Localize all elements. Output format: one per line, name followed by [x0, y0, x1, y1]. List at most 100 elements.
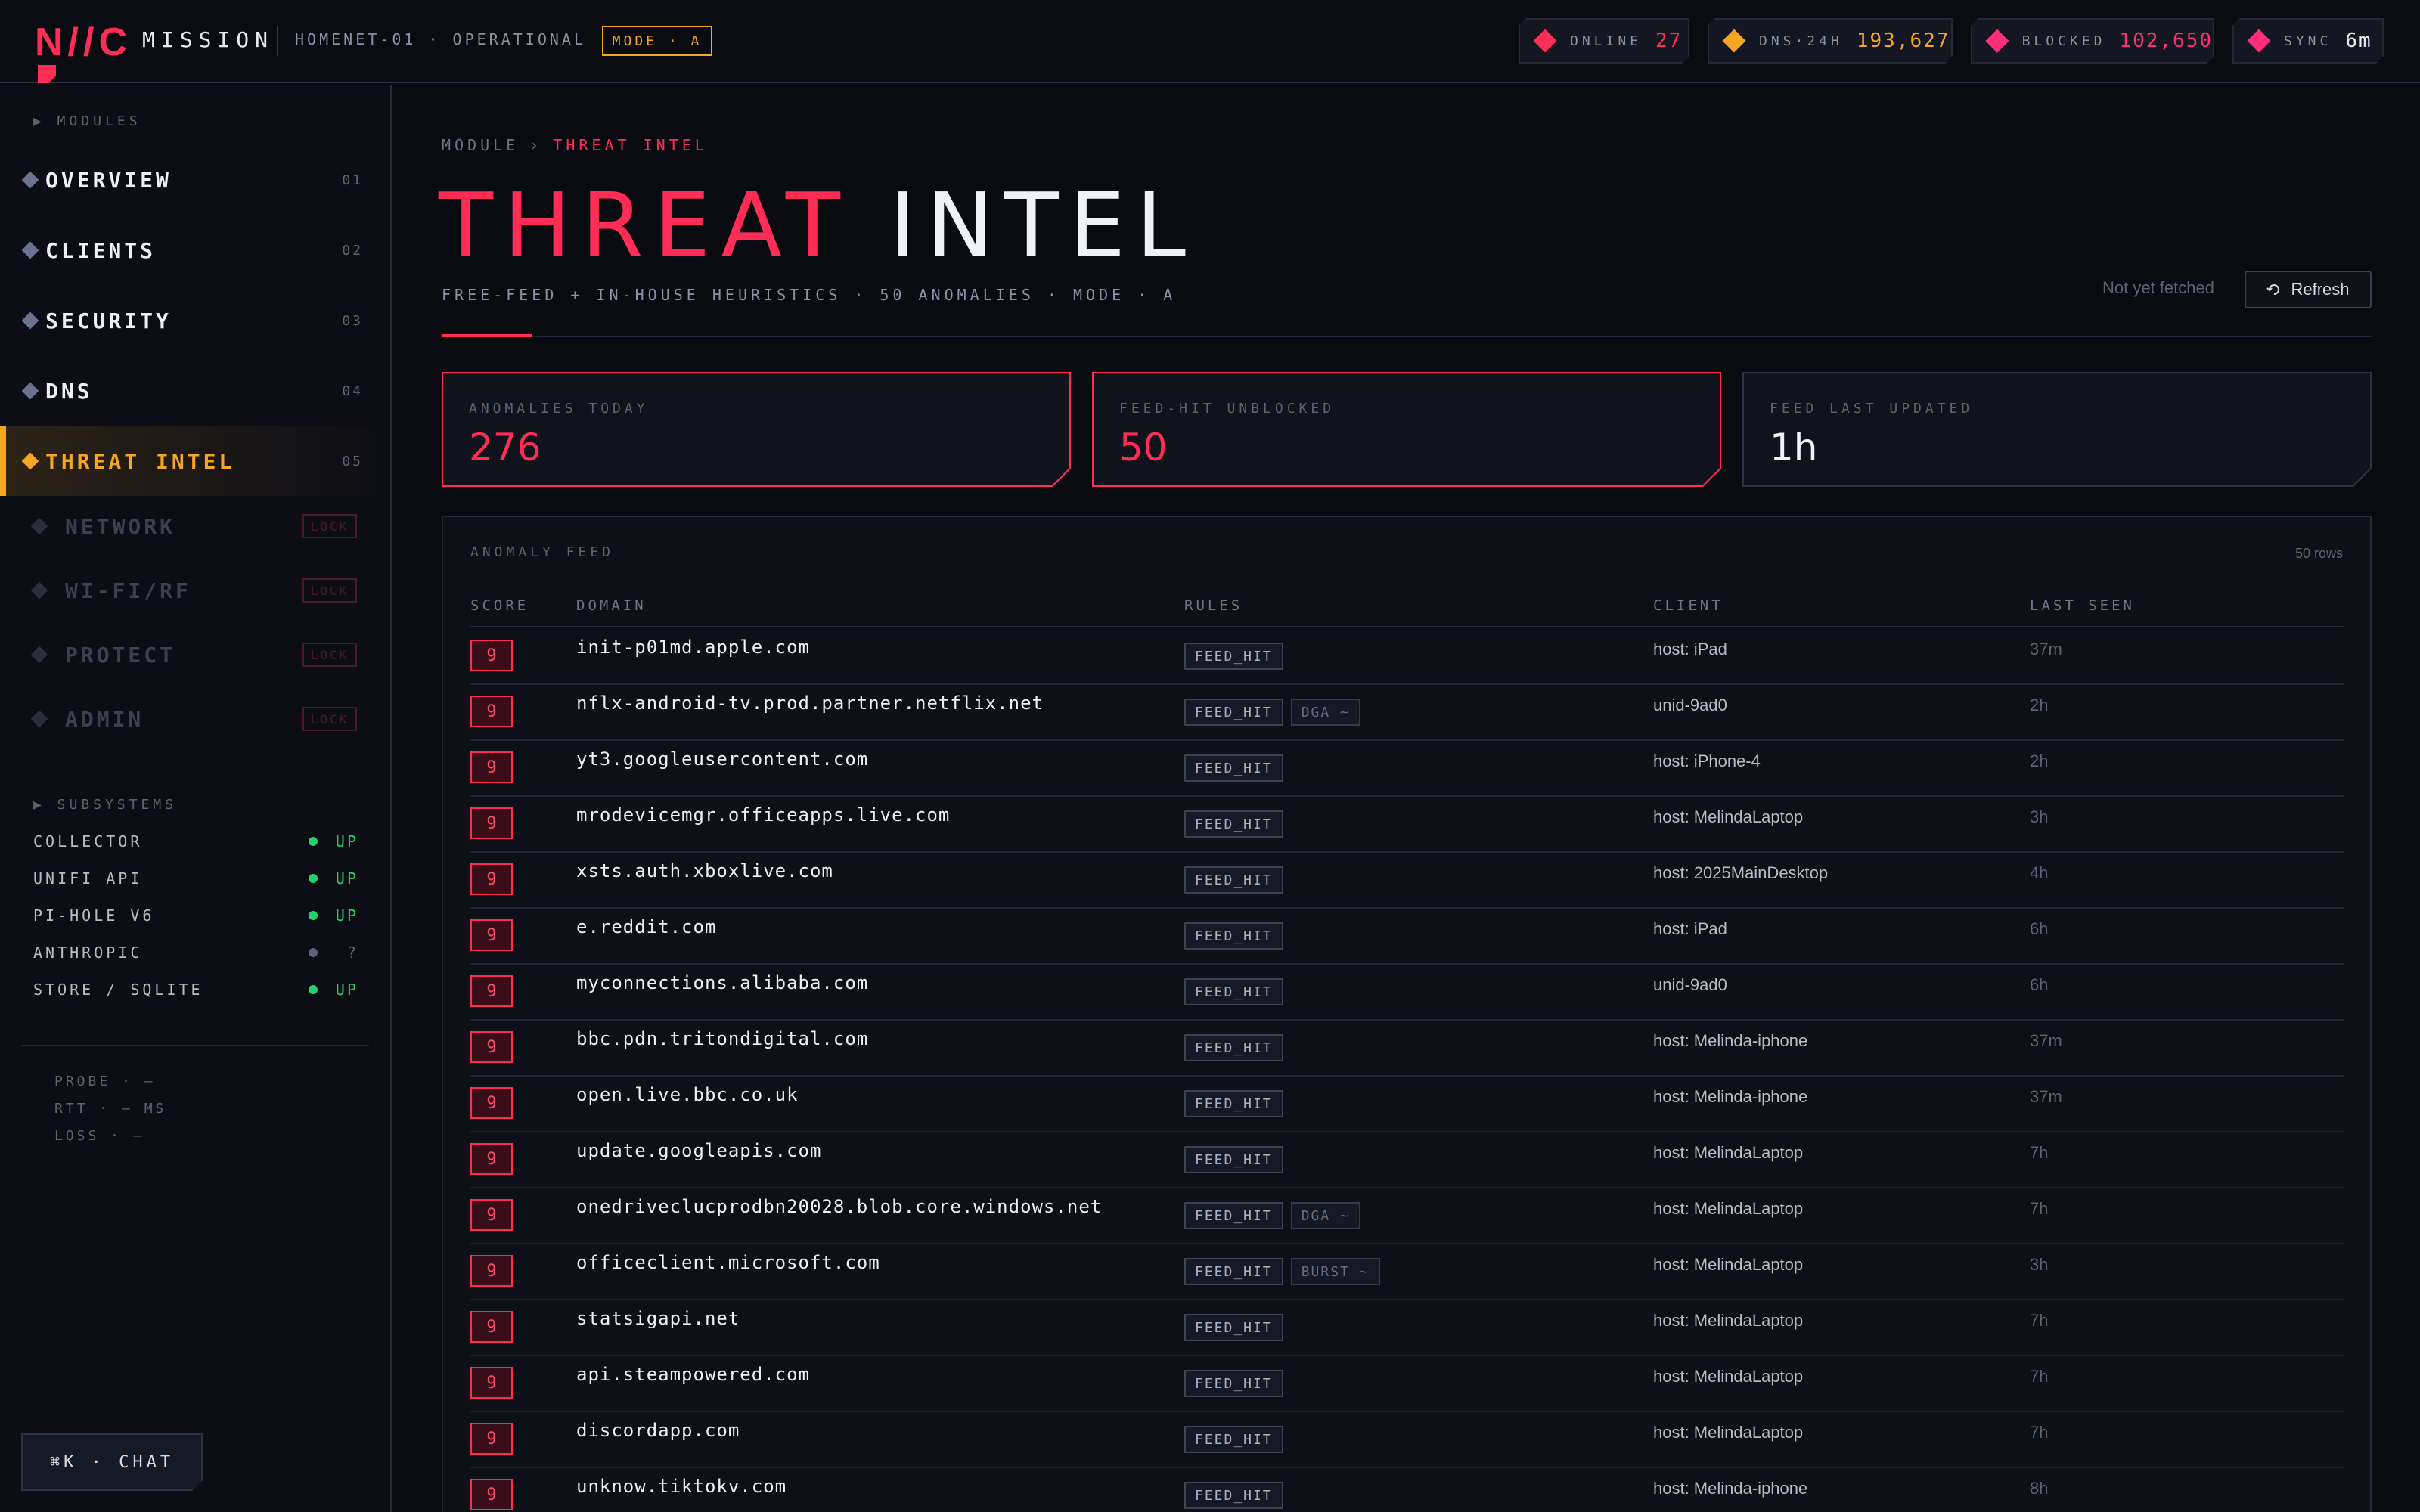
client-cell[interactable]: host: iPad: [1653, 919, 1727, 939]
client-cell[interactable]: host: MelindaLaptop: [1653, 1143, 1803, 1163]
diamond-icon: [30, 581, 48, 600]
kpi-value: 50: [1119, 426, 1168, 469]
client-cell[interactable]: host: MelindaLaptop: [1653, 1255, 1803, 1275]
domain-cell[interactable]: e.reddit.com: [576, 916, 716, 937]
domain-cell[interactable]: bbc.pdn.tritondigital.com: [576, 1028, 868, 1049]
table-row[interactable]: 9 yt3.googleusercontent.com FEED_HIT host: …: [470, 741, 2344, 797]
table-row[interactable]: 9 myconnections.alibaba.com FEED_HIT unid-9…: [470, 965, 2344, 1021]
client-cell[interactable]: host: Melinda-iphone: [1653, 1031, 1807, 1051]
refresh-icon: [2266, 284, 2280, 295]
domain-cell[interactable]: yt3.googleusercontent.com: [576, 748, 868, 770]
sidebar-item-label: SECURITY: [45, 308, 172, 333]
page-title-accent: THREAT: [439, 173, 851, 277]
last-seen-cell: 6h: [2030, 975, 2049, 994]
table-row[interactable]: 9 onedriveclucprodbn20028.blob.core.windo…: [470, 1188, 2344, 1244]
client-cell[interactable]: unid-9ad0: [1653, 696, 1727, 715]
domain-cell[interactable]: officeclient.microsoft.com: [576, 1252, 880, 1273]
score-badge: 9: [470, 696, 513, 727]
table-row[interactable]: 9 api.steampowered.com FEED_HIT host: Melin…: [470, 1356, 2344, 1412]
chat-button[interactable]: ⌘K · CHAT: [21, 1433, 203, 1491]
rule-tag: FEED_HIT: [1184, 699, 1283, 726]
table-row[interactable]: 9 update.googleapis.com FEED_HIT host: Meli…: [470, 1132, 2344, 1188]
sidebar-item-clients[interactable]: CLIENTS 02: [0, 215, 390, 285]
column-header-domain[interactable]: DOMAIN: [576, 597, 647, 614]
rule-tag: FEED_HIT: [1184, 1034, 1283, 1061]
stat-blocked[interactable]: BLOCKED 102,650: [1971, 18, 2214, 64]
domain-cell[interactable]: statsigapi.net: [576, 1308, 740, 1329]
table-row[interactable]: 9 open.live.bbc.co.uk FEED_HIT host: Melind…: [470, 1077, 2344, 1132]
sidebar-item-label: ADMIN: [65, 706, 144, 732]
stat-dns-24h[interactable]: DNS·24H 193,627: [1708, 18, 1953, 64]
domain-cell[interactable]: mrodevicemgr.officeapps.live.com: [576, 804, 950, 826]
score-badge: 9: [470, 640, 513, 671]
score-badge: 9: [470, 1479, 513, 1510]
domain-cell[interactable]: open.live.bbc.co.uk: [576, 1084, 799, 1105]
mode-badge[interactable]: MODE · A: [602, 26, 712, 56]
rule-tag: FEED_HIT: [1184, 1370, 1283, 1397]
client-cell[interactable]: host: iPhone-4: [1653, 751, 1761, 771]
client-cell[interactable]: host: Melinda-iphone: [1653, 1479, 1807, 1498]
table-row[interactable]: 9 statsigapi.net FEED_HIT host: MelindaLapt…: [470, 1300, 2344, 1356]
rule-tag: FEED_HIT: [1184, 866, 1283, 894]
column-header-last-seen[interactable]: LAST SEEN: [2030, 597, 2135, 614]
column-header-score[interactable]: SCORE: [470, 597, 529, 614]
table-row[interactable]: 9 xsts.auth.xboxlive.com FEED_HIT host: 202…: [470, 853, 2344, 909]
client-cell[interactable]: host: MelindaLaptop: [1653, 1367, 1803, 1387]
client-cell[interactable]: host: MelindaLaptop: [1653, 807, 1803, 827]
stat-label: BLOCKED: [2021, 33, 2106, 49]
lock-badge: LOCK: [302, 514, 357, 538]
table-row[interactable]: 9 e.reddit.com FEED_HIT host: iPad 6h: [470, 909, 2344, 965]
sidebar-item-threat-intel[interactable]: THREAT INTEL 05: [0, 426, 390, 496]
last-seen-cell: 2h: [2030, 751, 2049, 770]
breadcrumb-root[interactable]: MODULE: [442, 136, 519, 154]
domain-cell[interactable]: update.googleapis.com: [576, 1140, 821, 1161]
table-row[interactable]: 9 init-p01md.apple.com FEED_HIT host: iPad 3…: [470, 629, 2344, 685]
sidebar-item-security[interactable]: SECURITY 03: [0, 286, 390, 355]
main-content: MODULE › THREAT INTEL THREAT INTEL FREE-FE…: [393, 85, 2420, 1512]
client-cell[interactable]: host: MelindaLaptop: [1653, 1311, 1803, 1331]
stat-label: DNS·24H: [1759, 33, 1843, 49]
client-cell[interactable]: host: MelindaLaptop: [1653, 1199, 1803, 1219]
client-cell[interactable]: unid-9ad0: [1653, 975, 1727, 995]
sidebar-item-dns[interactable]: DNS 04: [0, 356, 390, 426]
column-header-client[interactable]: CLIENT: [1653, 597, 1723, 614]
page-subtitle: FREE-FEED + IN-HOUSE HEURISTICS · 50 ANO…: [442, 286, 1177, 304]
feed-title: ANOMALY FEED: [470, 544, 615, 560]
table-row[interactable]: 9 discordapp.com FEED_HIT host: MelindaLapt…: [470, 1412, 2344, 1468]
sidebar-item-network[interactable]: NETWORK LOCK: [0, 494, 390, 558]
table-row[interactable]: 9 mrodevicemgr.officeapps.live.com FEED_HI…: [470, 797, 2344, 853]
brand-title: MISSION: [142, 27, 275, 52]
domain-cell[interactable]: onedriveclucprodbn20028.blob.core.window…: [576, 1196, 1102, 1217]
domain-cell[interactable]: nflx-android-tv.prod.partner.netflix.net: [576, 692, 1044, 714]
stat-sync[interactable]: SYNC 6m: [2232, 18, 2384, 64]
rule-tag: FEED_HIT: [1184, 978, 1283, 1005]
domain-cell[interactable]: myconnections.alibaba.com: [576, 972, 868, 993]
domain-cell[interactable]: api.steampowered.com: [576, 1364, 810, 1385]
sidebar-item-label: WI-FI/RF: [65, 578, 191, 603]
refresh-button[interactable]: Refresh: [2245, 271, 2372, 308]
sidebar-item-protect[interactable]: PROTECT LOCK: [0, 623, 390, 686]
domain-cell[interactable]: xsts.auth.xboxlive.com: [576, 860, 833, 881]
domain-cell[interactable]: discordapp.com: [576, 1420, 740, 1441]
sidebar-item-overview[interactable]: OVERVIEW 01: [0, 145, 390, 215]
sidebar-item-wifi-rf[interactable]: WI-FI/RF LOCK: [0, 559, 390, 622]
title-divider-accent: [442, 334, 532, 337]
stat-value: 193,627: [1856, 29, 1950, 52]
column-header-rules[interactable]: RULES: [1184, 597, 1243, 614]
client-cell[interactable]: host: MelindaLaptop: [1653, 1423, 1803, 1442]
table-row[interactable]: 9 nflx-android-tv.prod.partner.netflix.ne…: [470, 685, 2344, 741]
sidebar-divider: [21, 1045, 369, 1046]
sidebar-item-label: OVERVIEW: [45, 167, 172, 193]
rules-cell: FEED_HIT: [1184, 754, 1283, 782]
table-row[interactable]: 9 officeclient.microsoft.com FEED_HIT BURST…: [470, 1244, 2344, 1300]
stat-online[interactable]: ONLINE 27: [1519, 18, 1689, 64]
domain-cell[interactable]: unknow.tiktokv.com: [576, 1476, 786, 1497]
client-cell[interactable]: host: Melinda-iphone: [1653, 1087, 1807, 1107]
domain-cell[interactable]: init-p01md.apple.com: [576, 637, 810, 658]
client-cell[interactable]: host: iPad: [1653, 640, 1727, 659]
table-row[interactable]: 9 bbc.pdn.tritondigital.com FEED_HIT host: …: [470, 1021, 2344, 1077]
app-logo[interactable]: N//C: [35, 21, 132, 64]
sidebar-item-admin[interactable]: ADMIN LOCK: [0, 687, 390, 751]
table-row[interactable]: 9 unknow.tiktokv.com FEED_HIT host: Melinda…: [470, 1468, 2344, 1512]
client-cell[interactable]: host: 2025MainDesktop: [1653, 863, 1828, 883]
